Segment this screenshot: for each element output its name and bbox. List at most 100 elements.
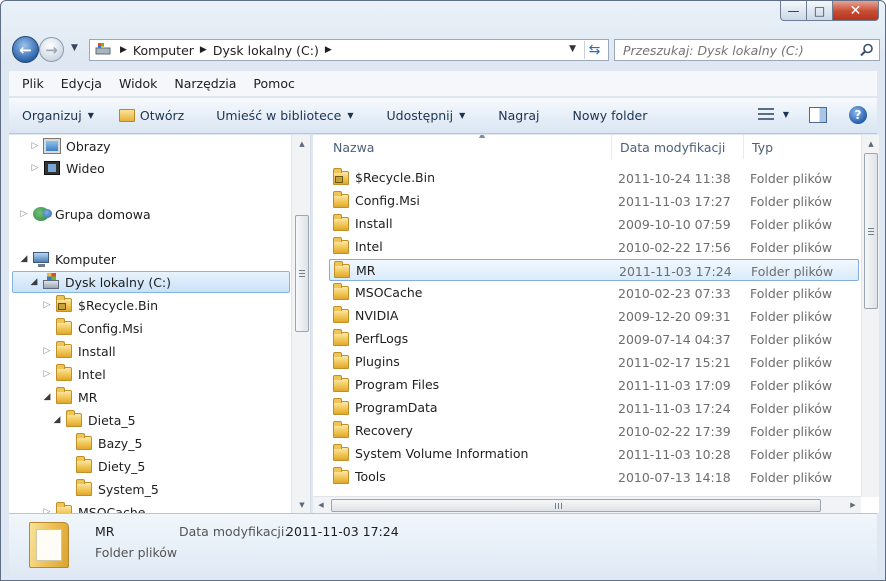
search-icon[interactable] <box>860 43 874 57</box>
tree-item-label: MR <box>78 389 98 405</box>
file-row[interactable]: $Recycle.Bin 2011-10-24 11:38 Folder pli… <box>329 167 859 189</box>
expand-arrow-icon[interactable]: ▷ <box>41 369 53 379</box>
breadcrumb-item-computer[interactable]: Komputer <box>133 40 194 60</box>
collapse-arrow-icon[interactable]: ◢ <box>51 415 63 425</box>
file-row[interactable]: Config.Msi 2011-11-03 17:27 Folder plikó… <box>329 190 859 212</box>
breadcrumb-item-local-disk[interactable]: Dysk lokalny (C:) <box>213 40 319 60</box>
close-button[interactable]: ✕ <box>833 1 879 21</box>
chevron-down-icon: ▼ <box>347 111 354 120</box>
tree-item-intel[interactable]: ▷ Intel <box>41 363 106 385</box>
file-row-selected[interactable]: MR 2011-11-03 17:24 Folder plików <box>329 259 859 281</box>
scroll-up-arrow-icon[interactable]: ▲ <box>292 135 310 152</box>
new-folder-button[interactable]: Nowy folder <box>551 98 659 133</box>
search-box[interactable] <box>614 39 880 61</box>
tree-item-local-disk[interactable]: ◢ Dysk lokalny (C:) <box>12 271 290 293</box>
tree-item-pictures[interactable]: ▷ Obrazy <box>29 135 111 157</box>
navigation-scrollbar[interactable]: ▲ ▼ <box>291 135 310 513</box>
expand-arrow-icon[interactable]: ▷ <box>29 163 41 173</box>
scroll-thumb[interactable] <box>295 215 309 332</box>
scroll-left-arrow-icon[interactable]: ◀ <box>313 497 329 513</box>
collapse-arrow-icon[interactable]: ◢ <box>18 254 30 264</box>
menu-file[interactable]: Plik <box>22 76 44 91</box>
file-list[interactable]: Nazwa ▲ Data modyfikacji Typ $Recycle.Bi… <box>313 135 879 513</box>
file-row[interactable]: ProgramData 2011-11-03 17:24 Folder plik… <box>329 397 859 419</box>
folder-icon <box>334 260 350 278</box>
tree-item-msocache[interactable]: ▷ MSOCache <box>41 501 145 513</box>
tree-item-install[interactable]: ▷ Install <box>41 340 116 362</box>
include-in-library-button[interactable]: Umieść w bibliotece ▼ <box>195 98 364 133</box>
tree-item-diety-5[interactable]: Diety_5 <box>76 455 145 477</box>
navigation-row: ← → ▼ ▶ Komputer ▶ Dysk lokalny (C:) ▶ ▼… <box>9 34 880 66</box>
scroll-down-arrow-icon[interactable]: ▼ <box>292 496 310 513</box>
preview-pane-button[interactable] <box>809 107 827 123</box>
file-row[interactable]: MSOCache 2010-02-23 07:33 Folder plików <box>329 282 859 304</box>
tree-item-bazy-5[interactable]: Bazy_5 <box>76 432 142 454</box>
organize-button[interactable]: Organizuj ▼ <box>9 98 105 133</box>
open-button[interactable]: Otwórz <box>105 98 195 133</box>
burn-button[interactable]: Nagraj <box>476 98 550 133</box>
file-row[interactable]: Program Files 2011-11-03 17:09 Folder pl… <box>329 374 859 396</box>
file-row[interactable]: Tools 2010-07-13 14:18 Folder plików <box>329 466 859 488</box>
tree-item-homegroup[interactable]: ▷ Grupa domowa <box>18 203 151 225</box>
file-row[interactable]: Intel 2010-02-22 17:56 Folder plików <box>329 236 859 258</box>
file-row[interactable]: Recovery 2010-02-22 17:39 Folder plików <box>329 420 859 442</box>
open-label: Otwórz <box>139 108 185 123</box>
share-button[interactable]: Udostępnij ▼ <box>364 98 476 133</box>
tree-item-mr[interactable]: ◢ MR <box>41 386 97 408</box>
expand-arrow-icon[interactable]: ▷ <box>41 346 53 356</box>
scroll-thumb[interactable] <box>331 499 821 512</box>
forward-button[interactable]: → <box>39 37 64 62</box>
tree-item-recycle-bin[interactable]: ▷ $Recycle.Bin <box>41 294 158 316</box>
file-row[interactable]: Install 2009-10-10 07:59 Folder plików <box>329 213 859 235</box>
expand-arrow-icon[interactable]: ▷ <box>18 209 30 219</box>
breadcrumb-separator-icon[interactable]: ▶ <box>319 45 338 55</box>
help-icon[interactable]: ? <box>849 106 867 124</box>
menu-view[interactable]: Widok <box>119 76 157 91</box>
file-list-horizontal-scrollbar[interactable]: ◀ ▶ <box>313 496 861 513</box>
refresh-button[interactable]: ⇆ <box>584 41 604 59</box>
search-input[interactable] <box>623 42 853 58</box>
scroll-right-arrow-icon[interactable]: ▶ <box>845 497 861 513</box>
navigation-pane[interactable]: ▷ Obrazy ▷ Wideo ▷ Grupa domowa ◢ Komput… <box>9 135 311 513</box>
address-history-dropdown[interactable]: ▼ <box>569 44 576 54</box>
tree-item-videos[interactable]: ▷ Wideo <box>29 157 105 179</box>
column-header-type[interactable]: Typ <box>744 135 861 159</box>
tree-item-computer[interactable]: ◢ Komputer <box>18 248 116 270</box>
file-row[interactable]: NVIDIA 2009-12-20 09:31 Folder plików <box>329 305 859 327</box>
menu-tools[interactable]: Narzędzia <box>174 76 236 91</box>
file-name: Intel <box>355 239 383 254</box>
scroll-up-arrow-icon[interactable]: ▲ <box>862 135 879 152</box>
tree-item-dieta-5[interactable]: ◢ Dieta_5 <box>51 409 136 431</box>
folder-icon <box>56 341 72 358</box>
tree-item-config-msi[interactable]: Config.Msi <box>41 317 143 339</box>
locked-folder-icon <box>333 167 349 185</box>
maximize-button[interactable]: □ <box>807 1 833 21</box>
open-folder-icon <box>118 109 135 122</box>
menu-help[interactable]: Pomoc <box>253 76 294 91</box>
folder-icon <box>333 443 349 461</box>
expand-arrow-icon[interactable]: ▷ <box>41 300 53 310</box>
column-header-date[interactable]: Data modyfikacji <box>612 135 744 159</box>
tree-item-label: Diety_5 <box>98 458 146 474</box>
breadcrumb-separator-icon[interactable]: ▶ <box>114 45 133 55</box>
folder-icon <box>56 364 72 381</box>
collapse-arrow-icon[interactable]: ◢ <box>28 277 40 287</box>
menu-edit[interactable]: Edycja <box>61 76 102 91</box>
address-bar[interactable]: ▶ Komputer ▶ Dysk lokalny (C:) ▶ ▼ ⇆ <box>89 39 609 61</box>
breadcrumb-separator-icon[interactable]: ▶ <box>194 45 213 55</box>
recent-pages-dropdown[interactable]: ▼ <box>71 43 78 53</box>
file-type: Folder plików <box>750 355 833 370</box>
column-name-label: Nazwa <box>333 139 375 155</box>
tree-item-system-5[interactable]: System_5 <box>76 478 159 500</box>
scroll-thumb[interactable] <box>864 153 878 309</box>
file-list-vertical-scrollbar[interactable]: ▲ <box>861 135 879 497</box>
collapse-arrow-icon[interactable]: ◢ <box>41 392 53 402</box>
back-button[interactable]: ← <box>12 36 39 63</box>
column-header-name[interactable]: Nazwa ▲ <box>329 135 612 159</box>
file-row[interactable]: PerfLogs 2009-07-14 04:37 Folder plików <box>329 328 859 350</box>
minimize-button[interactable]: — <box>780 1 807 21</box>
change-view-button[interactable]: ▼ <box>757 108 789 120</box>
file-row[interactable]: System Volume Information 2011-11-03 10:… <box>329 443 859 465</box>
file-row[interactable]: Plugins 2011-02-17 15:21 Folder plików <box>329 351 859 373</box>
expand-arrow-icon[interactable]: ▷ <box>29 141 41 151</box>
